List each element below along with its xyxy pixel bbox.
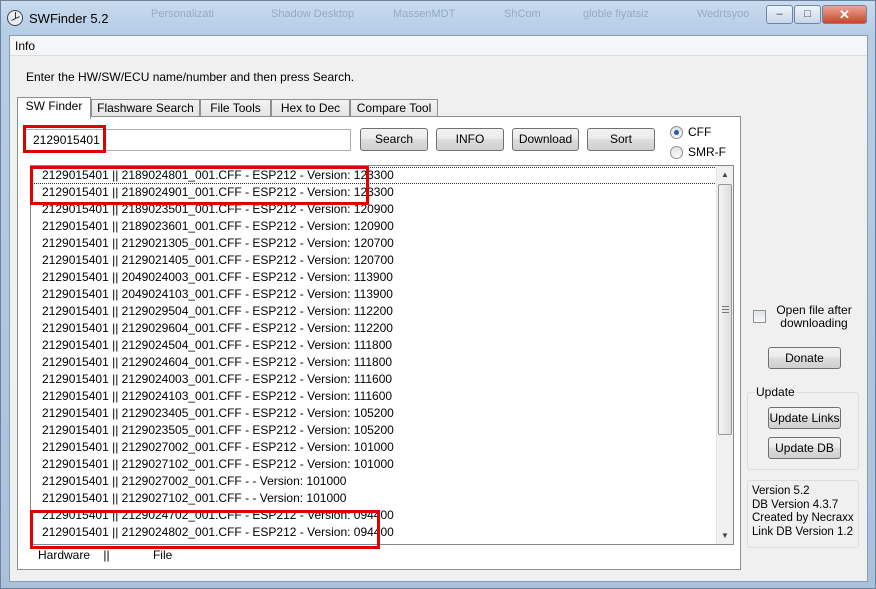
radio-smr-f-indicator[interactable] — [670, 146, 683, 159]
list-item[interactable]: 2129015401 || 2129024103_001.CFF - ESP21… — [31, 388, 717, 405]
info-button[interactable]: INFO — [436, 128, 504, 151]
radio-smr-f-label: SMR-F — [688, 145, 726, 159]
vertical-scrollbar[interactable]: ▲ ▼ — [716, 166, 733, 544]
list-item[interactable]: 2129015401 || 2189024801_001.CFF - ESP21… — [31, 167, 717, 184]
version-info-box: Version 5.2 DB Version 4.3.7 Created by … — [747, 480, 859, 548]
right-panel: Open file after downloading Donate Updat… — [747, 36, 867, 576]
maximize-button[interactable]: □ — [794, 5, 821, 24]
update-group-title: Update — [755, 385, 796, 399]
update-links-button[interactable]: Update Links — [768, 407, 841, 429]
grip-icon — [722, 306, 729, 313]
open-file-checkbox[interactable] — [753, 310, 766, 323]
list-item[interactable]: 2129015401 || 2129027102_001.CFF - ESP21… — [31, 456, 717, 473]
update-db-button[interactable]: Update DB — [768, 437, 841, 459]
title-bar[interactable]: SWFinder 5.2 Personalizati Shadow Deskto… — [1, 1, 875, 35]
background-window-title: MassenMDT — [393, 8, 456, 20]
search-input[interactable] — [25, 129, 351, 151]
app-version: Version 5.2 — [752, 485, 810, 497]
list-item[interactable]: 2129015401 || 2129023405_001.CFF - ESP21… — [31, 405, 717, 422]
list-item[interactable]: 2129015401 || 2129024802_001.CFF - ESP21… — [31, 524, 717, 541]
tab-sw-finder[interactable]: SW Finder — [17, 97, 91, 119]
list-item[interactable]: 2129015401 || 2189023601_001.CFF - ESP21… — [31, 218, 717, 235]
search-button[interactable]: Search — [360, 128, 428, 151]
download-button[interactable]: Download — [512, 128, 579, 151]
menu-info[interactable]: Info — [14, 39, 36, 53]
background-window-title: globle fiyatsiz — [583, 8, 650, 20]
minimize-button[interactable]: – — [766, 5, 793, 24]
scroll-thumb[interactable] — [718, 184, 732, 435]
list-item[interactable]: 2129015401 || 2129027002_001.CFF - - Ver… — [31, 473, 717, 490]
created-by: Created by Necraxx — [752, 512, 854, 524]
sw-finder-panel: Search INFO Download Sort CFF SMR-F 2129… — [17, 116, 741, 570]
list-item[interactable]: 2129015401 || 2129021405_001.CFF - ESP21… — [31, 252, 717, 269]
list-item[interactable]: 2129015401 || 2129021305_001.CFF - ESP21… — [31, 235, 717, 252]
client-area: Info Enter the HW/SW/ECU name/number and… — [9, 35, 868, 582]
list-item[interactable]: 2129015401 || 2129027102_001.CFF - - Ver… — [31, 490, 717, 507]
close-button[interactable]: ✕ — [822, 5, 867, 24]
list-item[interactable]: 2129015401 || 2049024003_001.CFF - ESP21… — [31, 269, 717, 286]
list-footer: Hardware || File — [38, 548, 172, 562]
db-version: DB Version 4.3.7 — [752, 498, 839, 511]
background-window-title: Wedrtsyoo — [697, 8, 750, 20]
scroll-down-arrow-icon[interactable]: ▼ — [717, 527, 733, 544]
window-controls: – □ ✕ — [765, 5, 867, 24]
background-window-title: Shadow Desktop — [271, 8, 355, 20]
list-item[interactable]: 2129015401 || 2129029604_001.CFF - ESP21… — [31, 320, 717, 337]
mercedes-star-icon — [7, 10, 23, 26]
background-window-title: ShCom — [504, 8, 541, 20]
link-db-version: Link DB Version 1.2 — [752, 525, 854, 538]
list-item[interactable]: 2129015401 || 2129029504_001.CFF - ESP21… — [31, 303, 717, 320]
instructions-text: Enter the HW/SW/ECU name/number and then… — [26, 70, 355, 84]
radio-cff-indicator[interactable] — [670, 126, 683, 139]
footer-separator: || — [103, 548, 110, 562]
update-group: Update Update Links Update DB — [747, 385, 859, 470]
footer-file-label: File — [152, 548, 173, 562]
donate-button[interactable]: Donate — [768, 347, 841, 369]
menu-bar: Info — [10, 36, 867, 56]
results-list[interactable]: 2129015401 || 2189024801_001.CFF - ESP21… — [30, 165, 734, 545]
list-item[interactable]: 2129015401 || 2129024702_001.CFF - ESP21… — [31, 507, 717, 524]
list-item[interactable]: 2129015401 || 2189023501_001.CFF - ESP21… — [31, 201, 717, 218]
open-file-checkbox-label[interactable]: Open file after downloading — [769, 304, 859, 330]
footer-hardware-label: Hardware — [38, 548, 91, 562]
radio-cff-label: CFF — [688, 125, 712, 139]
results-rows: 2129015401 || 2189024801_001.CFF - ESP21… — [31, 167, 717, 541]
window-title: SWFinder 5.2 — [29, 11, 109, 26]
background-window-title: Personalizati — [151, 8, 214, 20]
list-item[interactable]: 2129015401 || 2129027002_001.CFF - ESP21… — [31, 439, 717, 456]
list-item[interactable]: 2129015401 || 2129024003_001.CFF - ESP21… — [31, 371, 717, 388]
list-item[interactable]: 2129015401 || 2189024901_001.CFF - ESP21… — [31, 184, 717, 201]
list-item[interactable]: 2129015401 || 2129024604_001.CFF - ESP21… — [31, 354, 717, 371]
list-item[interactable]: 2129015401 || 2129024504_001.CFF - ESP21… — [31, 337, 717, 354]
app-window: SWFinder 5.2 Personalizati Shadow Deskto… — [0, 0, 876, 589]
scroll-up-arrow-icon[interactable]: ▲ — [717, 166, 733, 183]
list-item[interactable]: 2129015401 || 2129023505_001.CFF - ESP21… — [31, 422, 717, 439]
list-item[interactable]: 2129015401 || 2049024103_001.CFF - ESP21… — [31, 286, 717, 303]
sort-button[interactable]: Sort — [587, 128, 655, 151]
